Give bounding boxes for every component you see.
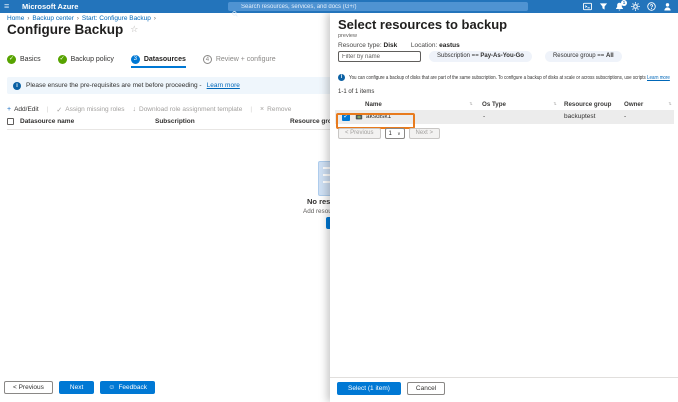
- step-complete-icon: ✓: [58, 55, 67, 64]
- pagination-previous-button[interactable]: < Previous: [338, 128, 381, 139]
- azure-top-bar: ≡ Microsoft Azure 1: [0, 0, 678, 13]
- banner-learn-more-link[interactable]: Learn more: [207, 82, 240, 89]
- avatar-icon[interactable]: [663, 2, 672, 11]
- sort-icon[interactable]: ↑↓: [668, 101, 671, 107]
- column-name: Name: [365, 101, 382, 108]
- location-label: Location:: [411, 42, 437, 49]
- resource-resource-group: backuptest: [564, 113, 595, 120]
- plus-icon: +: [7, 106, 11, 113]
- breadcrumb: Home›Backup center›Start: Configure Back…: [7, 15, 159, 22]
- pagination: < Previous 1 ∨ Next >: [338, 128, 440, 139]
- hamburger-menu-icon[interactable]: ≡: [4, 0, 9, 13]
- table-row-aksdisk1[interactable]: ✓ aksdisk1 - backuptest -: [335, 110, 674, 124]
- breadcrumb-backup-center[interactable]: Backup center: [32, 15, 74, 22]
- column-datasource-name: Datasource name: [20, 118, 74, 125]
- filter-by-name-input[interactable]: [338, 51, 421, 62]
- subscription-filter-pill[interactable]: Subscription == Pay-As-You-Go: [429, 51, 532, 62]
- wizard-steps: ✓ Basics ✓ Backup policy 3 Datasources 4…: [7, 55, 276, 68]
- help-icon[interactable]: [647, 2, 656, 11]
- resource-group-filter-pill[interactable]: Resource group == All: [545, 51, 622, 62]
- download-icon: ↓: [133, 106, 137, 113]
- page-number-select[interactable]: 1 ∨: [385, 128, 405, 139]
- favorite-star-icon[interactable]: ☆: [130, 24, 138, 34]
- topbar-icon-group: 1: [583, 0, 672, 13]
- step-complete-icon: ✓: [7, 55, 16, 64]
- panel-actions: Select (1 item) Cancel: [337, 382, 445, 395]
- resource-name: aksdisk1: [366, 113, 391, 120]
- pagination-next-button[interactable]: Next >: [409, 128, 441, 139]
- download-role-template-button[interactable]: ↓ Download role assignment template: [133, 106, 243, 113]
- preview-badge: preview: [338, 33, 357, 39]
- column-os-type: Os Type: [482, 101, 506, 108]
- column-resource-group: Resource group: [564, 101, 611, 108]
- settings-gear-icon[interactable]: [631, 2, 640, 11]
- disk-icon: [355, 113, 363, 121]
- panel-info-note: i You can configure a backup of disks th…: [338, 74, 674, 81]
- tab-backup-policy[interactable]: ✓ Backup policy: [58, 55, 114, 68]
- toolbar-divider: |: [47, 106, 49, 113]
- breadcrumb-separator: ›: [154, 16, 156, 22]
- select-all-checkbox[interactable]: [7, 118, 14, 125]
- add-edit-button[interactable]: + Add/Edit: [7, 106, 39, 113]
- page-title: Configure Backup☆: [7, 22, 138, 37]
- breadcrumb-configure-backup[interactable]: Start: Configure Backup: [82, 15, 151, 22]
- select-items-button[interactable]: Select (1 item): [337, 382, 401, 395]
- resource-owner: -: [624, 113, 626, 120]
- row-checkbox-checked[interactable]: ✓: [342, 113, 350, 121]
- chevron-down-icon: ∨: [397, 131, 400, 137]
- directory-filter-icon[interactable]: [599, 2, 608, 11]
- panel-footer-divider: [330, 377, 678, 378]
- info-icon: i: [13, 82, 21, 90]
- notifications-bell-icon[interactable]: 1: [615, 2, 624, 11]
- tab-review-configure[interactable]: 4 Review + configure: [203, 55, 276, 68]
- feedback-button[interactable]: ☺ Feedback: [100, 381, 155, 394]
- tab-basics[interactable]: ✓ Basics: [7, 55, 41, 68]
- step-number-icon: 4: [203, 55, 212, 64]
- global-search[interactable]: [228, 2, 528, 11]
- panel-filter-row: Subscription == Pay-As-You-Go Resource g…: [338, 51, 622, 62]
- location-value: eastus: [439, 42, 460, 49]
- tab-datasources[interactable]: 3 Datasources: [131, 55, 186, 68]
- brand-title: Microsoft Azure: [22, 0, 78, 13]
- cloud-shell-icon[interactable]: [583, 2, 592, 11]
- banner-text: Please ensure the pre-requisites are met…: [26, 82, 202, 89]
- panel-title: Select resources to backup: [338, 17, 507, 32]
- panel-meta: Resource type: Disk Location: eastus: [338, 42, 460, 49]
- previous-button[interactable]: < Previous: [4, 381, 53, 394]
- check-icon: ✓: [56, 106, 62, 114]
- panel-info-text: You can configure a backup of disks that…: [349, 75, 646, 81]
- assign-missing-roles-button[interactable]: ✓ Assign missing roles: [56, 106, 124, 114]
- panel-learn-more-link[interactable]: Learn more: [647, 75, 670, 81]
- column-owner: Owner: [624, 101, 643, 108]
- cancel-button[interactable]: Cancel: [407, 382, 445, 395]
- search-icon: [232, 4, 238, 10]
- toolbar-divider: |: [250, 106, 252, 113]
- sort-icon[interactable]: ↑↓: [469, 101, 472, 107]
- datasource-toolbar: + Add/Edit | ✓ Assign missing roles ↓ Do…: [7, 104, 291, 115]
- resource-type-label: Resource type:: [338, 42, 382, 49]
- smiley-feedback-icon: ☺: [108, 382, 115, 393]
- step-number-icon: 3: [131, 55, 140, 64]
- resource-type-value: Disk: [384, 42, 398, 49]
- breadcrumb-home[interactable]: Home: [7, 15, 24, 22]
- wizard-footer: < Previous Next ☺ Feedback: [4, 381, 155, 394]
- items-count: 1-1 of 1 items: [338, 89, 374, 95]
- select-resources-panel: Select resources to backup preview Resou…: [330, 13, 678, 402]
- search-input[interactable]: [241, 4, 511, 10]
- next-button[interactable]: Next: [59, 381, 94, 394]
- notification-badge: 1: [621, 0, 627, 6]
- column-subscription: Subscription: [155, 118, 195, 125]
- info-icon: i: [338, 74, 345, 81]
- sort-icon[interactable]: ↑↓: [553, 101, 556, 107]
- remove-x-icon: ×: [260, 106, 264, 113]
- remove-button[interactable]: × Remove: [260, 106, 291, 113]
- resource-os-type: -: [483, 113, 485, 120]
